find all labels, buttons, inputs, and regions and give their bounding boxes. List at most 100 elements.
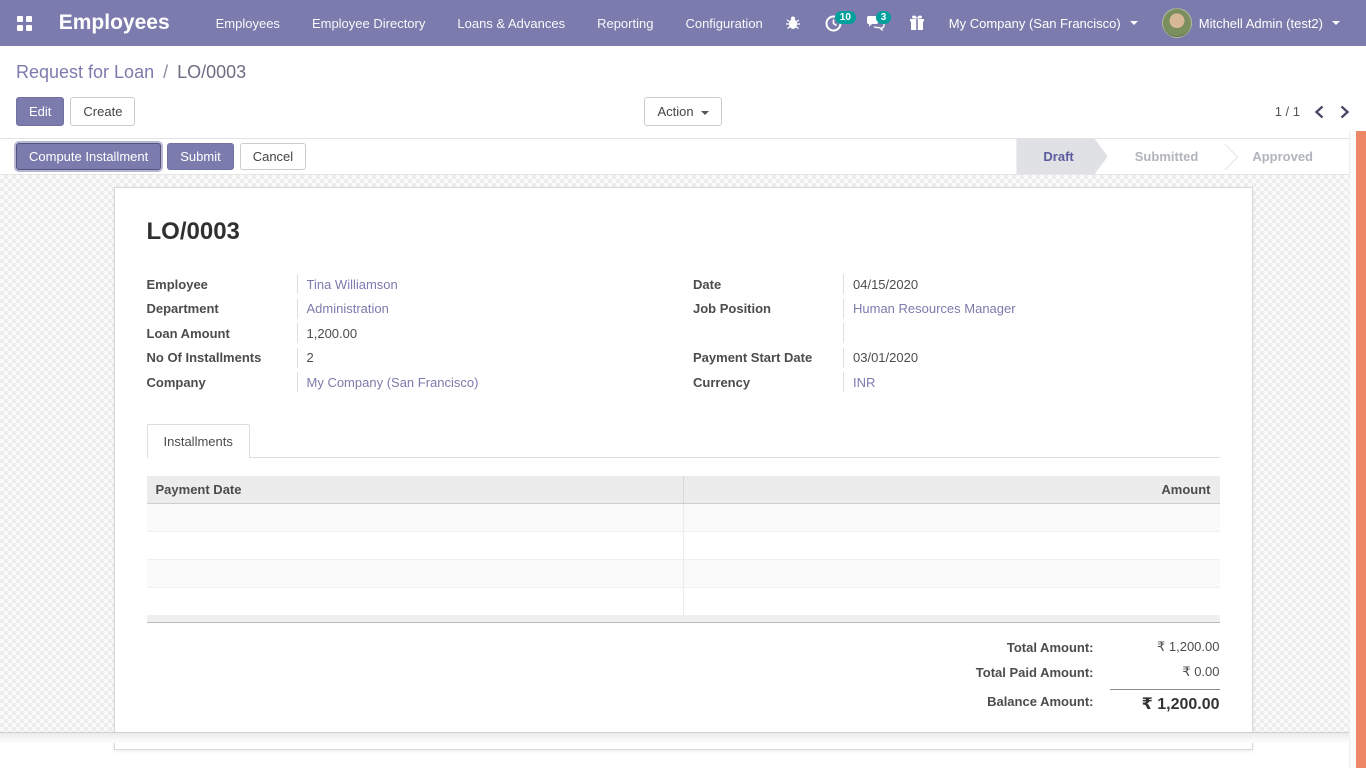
status-step-submitted[interactable]: Submitted xyxy=(1108,139,1226,174)
field-value: 03/01/2020 xyxy=(843,348,1220,368)
field-payment-start-date: Payment Start Date 03/01/2020 xyxy=(693,346,1220,371)
menu-reporting[interactable]: Reporting xyxy=(585,8,665,39)
field-label: Date xyxy=(693,277,843,292)
table-row[interactable] xyxy=(147,588,1220,616)
field-loan-amount: Loan Amount 1,200.00 xyxy=(147,321,674,346)
compute-installment-button[interactable]: Compute Installment xyxy=(16,143,161,170)
field-label: Company xyxy=(147,375,297,390)
bottom-edge-strip xyxy=(0,732,1366,743)
debug-bug-icon[interactable] xyxy=(775,9,811,37)
field-group: Employee Tina Williamson Department Admi… xyxy=(147,272,1220,395)
pager: 1 / 1 xyxy=(722,104,1350,119)
table-row[interactable] xyxy=(147,532,1220,560)
field-value-link[interactable]: Human Resources Manager xyxy=(843,299,1220,319)
installments-table: Payment Date Amount xyxy=(147,476,1220,617)
field-label: Payment Start Date xyxy=(693,350,843,365)
scrollbar-track[interactable] xyxy=(1349,131,1366,768)
field-employee: Employee Tina Williamson xyxy=(147,272,674,297)
total-amount-label: Total Amount: xyxy=(900,640,1110,655)
apps-grid-icon xyxy=(17,16,32,31)
statusbar-buttons: Compute Installment Submit Cancel xyxy=(16,143,306,170)
field-value: 04/15/2020 xyxy=(843,274,1220,294)
breadcrumb: Request for Loan / LO/0003 xyxy=(16,62,1350,83)
field-no-of-installments: No Of Installments 2 xyxy=(147,346,674,371)
totals-block: Total Amount: ₹ 1,200.00 Total Paid Amou… xyxy=(900,639,1220,714)
message-count-badge: 3 xyxy=(876,11,892,24)
form-statusbar: Compute Installment Submit Cancel Draft … xyxy=(0,138,1366,175)
field-label: Currency xyxy=(693,375,843,390)
field-value-link[interactable]: INR xyxy=(843,372,1220,392)
create-button[interactable]: Create xyxy=(70,97,135,126)
field-label: Department xyxy=(147,301,297,316)
company-switcher[interactable]: My Company (San Francisco) xyxy=(939,10,1148,37)
tab-installments[interactable]: Installments xyxy=(147,424,250,458)
submit-button[interactable]: Submit xyxy=(167,143,233,170)
balance-amount-value: ₹ 1,200.00 xyxy=(1110,689,1220,714)
chevron-down-icon xyxy=(701,111,709,115)
pager-next-icon[interactable] xyxy=(1339,105,1350,119)
column-amount[interactable]: Amount xyxy=(683,476,1220,504)
edit-button[interactable]: Edit xyxy=(16,97,64,126)
column-payment-date[interactable]: Payment Date xyxy=(147,476,684,504)
cancel-button[interactable]: Cancel xyxy=(240,143,306,170)
pager-value: 1 / 1 xyxy=(1275,104,1300,119)
field-value-link[interactable]: My Company (San Francisco) xyxy=(297,372,674,392)
total-paid-amount-value: ₹ 0.00 xyxy=(1110,664,1220,680)
field-label: Employee xyxy=(147,277,297,292)
control-panel-row: Edit Create Action 1 / 1 xyxy=(16,97,1350,126)
menu-loans-advances[interactable]: Loans & Advances xyxy=(445,8,577,39)
field-label: No Of Installments xyxy=(147,350,297,365)
field-empty-row xyxy=(693,321,1220,346)
status-steps: Draft Submitted Approved xyxy=(1016,139,1340,174)
notebook: Installments Payment Date Amount xyxy=(147,423,1220,624)
table-row[interactable] xyxy=(147,504,1220,532)
top-navbar: Employees Employees Employee Directory L… xyxy=(0,0,1366,46)
record-title: LO/0003 xyxy=(147,218,1220,246)
chevron-down-icon xyxy=(1130,21,1138,25)
menu-employee-directory[interactable]: Employee Directory xyxy=(300,8,437,39)
status-step-approved[interactable]: Approved xyxy=(1225,139,1340,174)
field-value-link[interactable]: Administration xyxy=(297,299,674,319)
control-panel: Request for Loan / LO/0003 Edit Create A… xyxy=(0,46,1366,138)
user-menu[interactable]: Mitchell Admin (test2) xyxy=(1152,2,1350,44)
field-date: Date 04/15/2020 xyxy=(693,272,1220,297)
chevron-down-icon xyxy=(1332,21,1340,25)
apps-menu-icon[interactable] xyxy=(8,6,41,40)
field-label: Loan Amount xyxy=(147,326,297,341)
total-amount-value: ₹ 1,200.00 xyxy=(1110,639,1220,655)
activity-clock-icon[interactable]: 10 xyxy=(815,9,852,38)
field-label: Job Position xyxy=(693,301,843,316)
field-group-right: Date 04/15/2020 Job Position Human Resou… xyxy=(693,272,1220,395)
breadcrumb-current: LO/0003 xyxy=(177,62,246,82)
scrollbar-thumb[interactable] xyxy=(1356,131,1366,768)
gift-icon[interactable] xyxy=(899,9,935,37)
cp-buttons: Edit Create xyxy=(16,97,644,126)
messages-chat-icon[interactable]: 3 xyxy=(856,9,895,37)
pager-previous-icon[interactable] xyxy=(1314,105,1325,119)
action-label: Action xyxy=(657,104,693,119)
user-name: Mitchell Admin (test2) xyxy=(1199,16,1323,31)
breadcrumb-parent-link[interactable]: Request for Loan xyxy=(16,62,154,82)
field-group-left: Employee Tina Williamson Department Admi… xyxy=(147,272,674,395)
breadcrumb-separator: / xyxy=(159,62,172,82)
field-currency: Currency INR xyxy=(693,370,1220,395)
company-name: My Company (San Francisco) xyxy=(949,16,1121,31)
total-paid-amount-label: Total Paid Amount: xyxy=(900,665,1110,680)
field-value-link[interactable]: Tina Williamson xyxy=(297,274,674,294)
table-header-row: Payment Date Amount xyxy=(147,476,1220,504)
user-avatar xyxy=(1162,8,1192,38)
table-footer xyxy=(147,616,1220,623)
field-company: Company My Company (San Francisco) xyxy=(147,370,674,395)
form-sheet: LO/0003 Employee Tina Williamson Departm… xyxy=(114,187,1253,750)
action-dropdown-button[interactable]: Action xyxy=(644,97,721,126)
field-job-position: Job Position Human Resources Manager xyxy=(693,297,1220,322)
cp-center: Action xyxy=(644,97,721,126)
field-department: Department Administration xyxy=(147,297,674,322)
app-title[interactable]: Employees xyxy=(59,11,170,35)
menu-configuration[interactable]: Configuration xyxy=(673,8,774,39)
menu-employees[interactable]: Employees xyxy=(204,8,292,39)
status-step-draft[interactable]: Draft xyxy=(1016,139,1107,174)
form-view-background: LO/0003 Employee Tina Williamson Departm… xyxy=(0,175,1366,743)
table-row[interactable] xyxy=(147,560,1220,588)
main-menu: Employees Employee Directory Loans & Adv… xyxy=(204,8,775,39)
